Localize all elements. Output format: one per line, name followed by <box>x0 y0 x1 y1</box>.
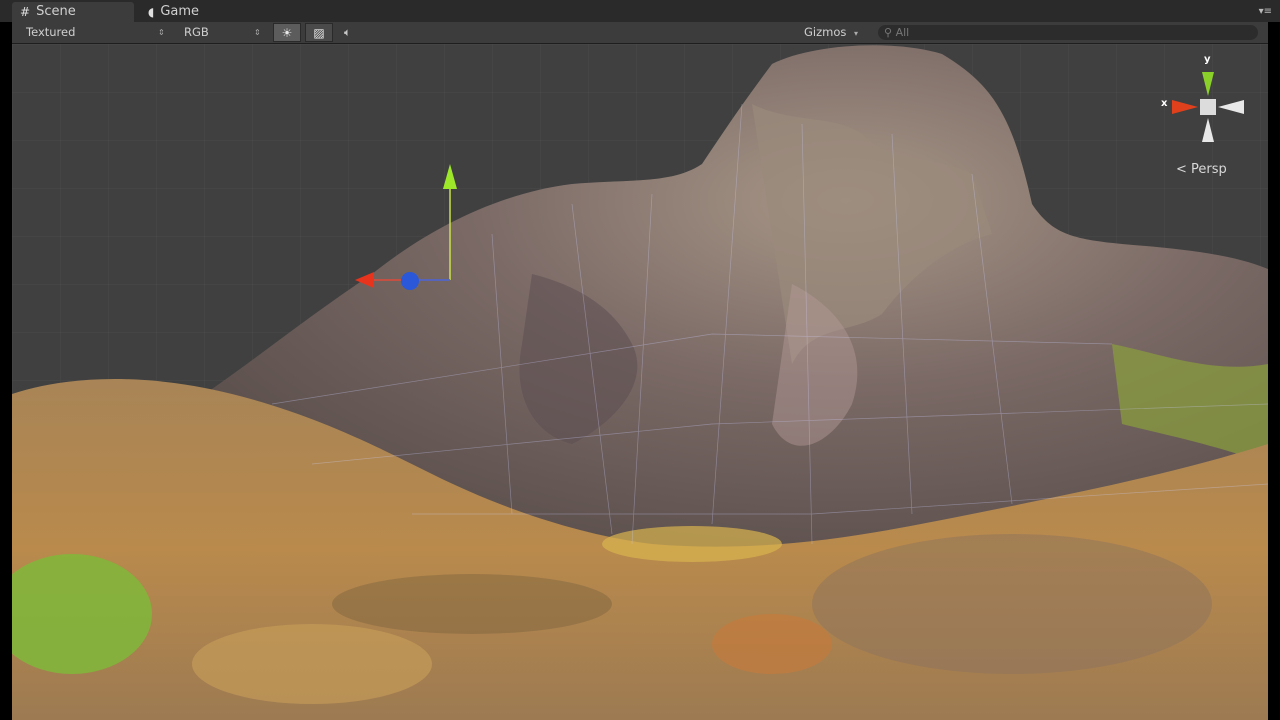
pacman-icon: ◖ <box>148 5 155 19</box>
ground-patch <box>812 534 1212 674</box>
draw-mode-value: Textured <box>26 25 76 39</box>
gizmos-label: Gizmos <box>804 25 847 39</box>
tab-game-label: Game <box>160 4 200 19</box>
search-icon: ⚲ <box>884 26 893 39</box>
sun-icon: ☀ <box>281 25 293 40</box>
ground-patch <box>712 614 832 674</box>
tab-bar: # Scene ◖ Game ▾≡ <box>0 0 1280 22</box>
search-input[interactable]: ⚲ All <box>878 25 1258 40</box>
tab-menu-icon[interactable]: ▾≡ <box>1256 6 1272 18</box>
ground-patch <box>602 526 782 562</box>
gizmos-dropdown[interactable]: Gizmos ▾ <box>804 22 868 43</box>
render-mode-dropdown[interactable]: RGB ⇕ <box>184 22 274 43</box>
y-axis-label: y <box>1204 54 1211 65</box>
skybox-toggle-button[interactable]: ▨ <box>305 23 333 42</box>
x-axis-label: x <box>1161 98 1168 109</box>
speaker-icon: 🔈︎ <box>344 25 351 39</box>
draw-mode-dropdown[interactable]: Textured ⇕ <box>26 22 176 43</box>
z-axis-handle[interactable] <box>401 272 419 290</box>
grid-icon: # <box>20 5 31 19</box>
ground-patch <box>332 574 612 634</box>
scene-viewport[interactable]: y x < Persp <box>12 44 1268 720</box>
chevron-left-icon: < <box>1176 162 1187 177</box>
tab-scene-label: Scene <box>36 4 76 19</box>
chevron-down-icon: ▾ <box>854 29 859 38</box>
terrain-scene <box>12 44 1268 720</box>
search-placeholder: All <box>895 26 910 39</box>
projection-toggle[interactable]: < Persp <box>1176 162 1227 177</box>
scene-toolbar: Textured ⇕ RGB ⇕ ☀ ▨ 🔈︎ Gizmos ▾ ⚲ All <box>12 22 1268 44</box>
projection-label: Persp <box>1191 162 1227 177</box>
chevron-updown-icon: ⇕ <box>254 28 261 37</box>
lighting-toggle-button[interactable]: ☀ <box>273 23 301 42</box>
render-mode-value: RGB <box>184 25 209 39</box>
tab-scene[interactable]: # Scene <box>12 2 134 22</box>
chevron-updown-icon: ⇕ <box>158 28 165 37</box>
center-cube[interactable] <box>1200 99 1216 115</box>
ground-patch <box>192 624 432 704</box>
audio-toggle-button[interactable]: 🔈︎ <box>344 22 364 43</box>
tab-game[interactable]: ◖ Game <box>140 2 250 22</box>
image-icon: ▨ <box>313 25 325 40</box>
